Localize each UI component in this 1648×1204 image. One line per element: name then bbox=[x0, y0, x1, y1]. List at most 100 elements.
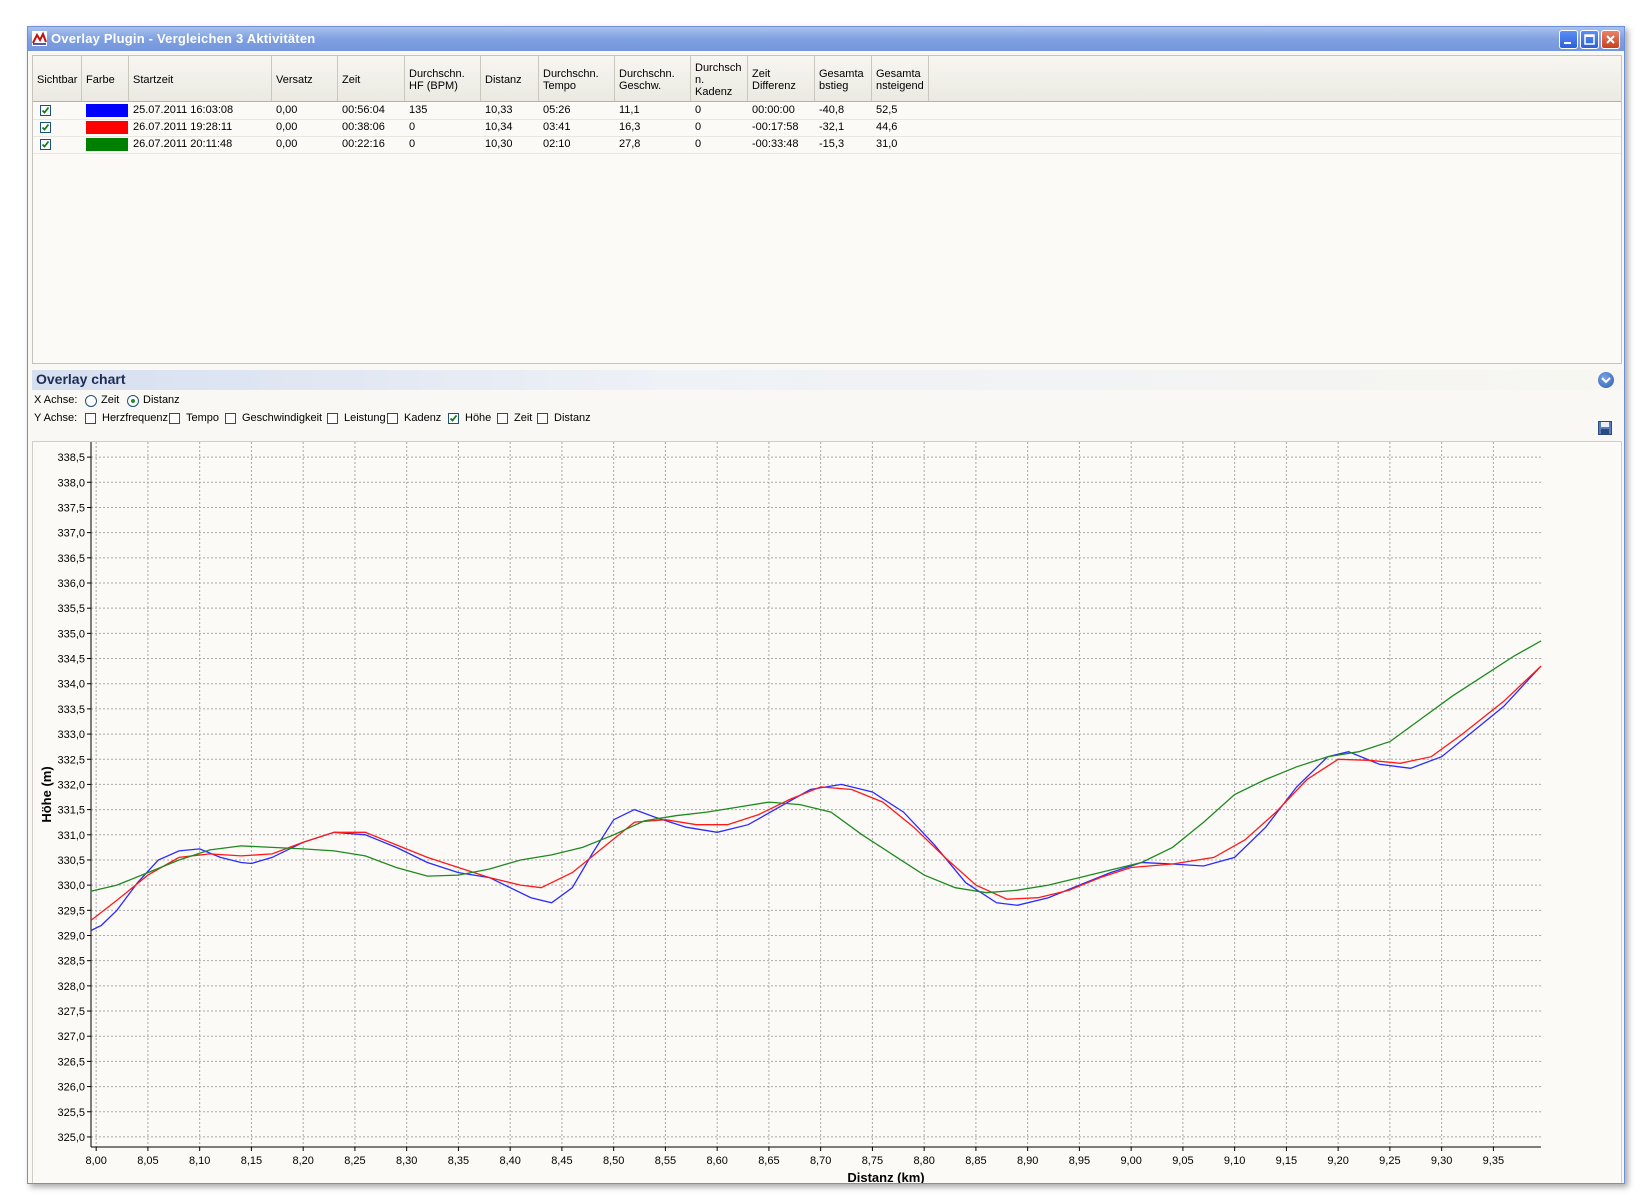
chart-panel-header: Overlay chart bbox=[32, 370, 1622, 390]
header-distance[interactable]: Distanz bbox=[481, 56, 539, 101]
header-avg-speed[interactable]: Durchschn. Geschw. bbox=[615, 56, 691, 101]
header-time[interactable]: Zeit bbox=[338, 56, 405, 101]
header-offset[interactable]: Versatz bbox=[272, 56, 338, 101]
x-tick-label: 9,20 bbox=[1327, 1155, 1348, 1167]
y-checkbox-0[interactable] bbox=[85, 413, 96, 424]
y-checkbox-6[interactable] bbox=[497, 413, 508, 424]
y-tick-label: 328,5 bbox=[57, 956, 85, 968]
x-axis-label: X Achse: bbox=[34, 394, 78, 406]
table-header: Sichtbar Farbe Startzeit Versatz Zeit Du… bbox=[33, 56, 1621, 102]
y-tick-label: 325,5 bbox=[57, 1107, 85, 1119]
header-color[interactable]: Farbe bbox=[82, 56, 129, 101]
y-tick-label: 326,0 bbox=[57, 1082, 85, 1094]
cell-ascent: 44,6 bbox=[876, 121, 898, 133]
y-tick-label: 326,5 bbox=[57, 1056, 85, 1068]
cell-cadence: 0 bbox=[695, 104, 702, 116]
cell-hr: 135 bbox=[409, 104, 428, 116]
cell-timediff: 00:00:00 bbox=[752, 104, 795, 116]
x-radio-zeit[interactable] bbox=[85, 395, 97, 407]
visible-checkbox[interactable] bbox=[40, 139, 51, 150]
cell-ascent: 31,0 bbox=[876, 138, 898, 150]
header-avg-cadence[interactable]: Durchsch n. Kadenz bbox=[691, 56, 748, 101]
checkmark-icon bbox=[449, 414, 458, 422]
title-bar[interactable]: Overlay Plugin - Vergleichen 3 Aktivität… bbox=[28, 27, 1624, 51]
x-tick-label: 9,05 bbox=[1172, 1155, 1193, 1167]
chevron-down-icon bbox=[1601, 377, 1611, 384]
x-tick-label: 8,85 bbox=[965, 1155, 986, 1167]
window-title: Overlay Plugin - Vergleichen 3 Aktivität… bbox=[51, 31, 316, 46]
y-option-label: Tempo bbox=[186, 412, 220, 424]
cell-speed: 27,8 bbox=[619, 138, 641, 150]
table-row[interactable]: 26.07.2011 19:28:11 0,00 00:38:06 0 10,34 03:… bbox=[33, 119, 1621, 137]
visible-checkbox[interactable] bbox=[40, 122, 51, 133]
collapse-button[interactable] bbox=[1598, 372, 1614, 388]
y-tick-label: 336,0 bbox=[57, 578, 85, 590]
y-tick-label: 328,0 bbox=[57, 981, 85, 993]
cell-speed: 16,3 bbox=[619, 121, 641, 133]
y-tick-label: 332,5 bbox=[57, 754, 85, 766]
y-option-label: Zeit bbox=[514, 412, 533, 424]
chart-panel-title: Overlay chart bbox=[36, 371, 126, 387]
x-tick-label: 9,00 bbox=[1120, 1155, 1141, 1167]
y-tick-label: 325,0 bbox=[57, 1132, 85, 1144]
header-total-descent[interactable]: Gesamta bstieg bbox=[815, 56, 872, 101]
y-tick-label: 336,5 bbox=[57, 553, 85, 565]
x-tick-label: 9,30 bbox=[1431, 1155, 1452, 1167]
y-option-label: Höhe bbox=[465, 412, 492, 424]
y-tick-label: 332,0 bbox=[57, 779, 85, 791]
cell-time: 00:56:04 bbox=[342, 104, 385, 116]
app-logo-icon bbox=[32, 31, 47, 46]
cell-time: 00:22:16 bbox=[342, 138, 385, 150]
y-tick-label: 330,0 bbox=[57, 880, 85, 892]
y-tick-label: 333,0 bbox=[57, 729, 85, 741]
y-tick-label: 338,5 bbox=[57, 452, 85, 464]
color-swatch[interactable] bbox=[86, 121, 128, 134]
header-visible[interactable]: Sichtbar bbox=[33, 56, 82, 101]
y-tick-label: 333,5 bbox=[57, 704, 85, 716]
minimize-button[interactable] bbox=[1559, 30, 1578, 49]
checkmark-icon bbox=[41, 106, 50, 114]
x-tick-label: 8,35 bbox=[448, 1155, 469, 1167]
visible-checkbox[interactable] bbox=[40, 105, 51, 116]
header-avg-pace[interactable]: Durchschn. Tempo bbox=[539, 56, 615, 101]
y-checkbox-7[interactable] bbox=[537, 413, 548, 424]
maximize-button[interactable] bbox=[1580, 30, 1599, 49]
y-tick-label: 335,5 bbox=[57, 603, 85, 615]
cell-distance: 10,30 bbox=[485, 138, 513, 150]
x-tick-label: 9,10 bbox=[1224, 1155, 1245, 1167]
header-starttime[interactable]: Startzeit bbox=[129, 56, 272, 101]
header-time-diff[interactable]: Zeit Differenz bbox=[748, 56, 815, 101]
save-icon[interactable] bbox=[1598, 421, 1612, 435]
x-tick-label: 8,90 bbox=[1017, 1155, 1038, 1167]
y-tick-label: 334,5 bbox=[57, 654, 85, 666]
overlay-plugin-window: Overlay Plugin - Vergleichen 3 Aktivität… bbox=[27, 26, 1625, 1184]
x-tick-label: 8,80 bbox=[913, 1155, 934, 1167]
y-checkbox-2[interactable] bbox=[225, 413, 236, 424]
x-tick-label: 8,75 bbox=[862, 1155, 883, 1167]
y-checkbox-4[interactable] bbox=[387, 413, 398, 424]
cell-start: 25.07.2011 16:03:08 bbox=[133, 104, 234, 116]
y-option-label: Geschwindigkeit bbox=[242, 412, 323, 424]
color-swatch[interactable] bbox=[86, 138, 128, 151]
header-avg-hr[interactable]: Durchschn. HF (BPM) bbox=[405, 56, 481, 101]
x-radio-distanz[interactable] bbox=[127, 395, 139, 407]
x-tick-label: 8,15 bbox=[241, 1155, 262, 1167]
x-tick-label: 8,70 bbox=[810, 1155, 831, 1167]
y-tick-label: 330,5 bbox=[57, 855, 85, 867]
cell-pace: 05:26 bbox=[543, 104, 571, 116]
x-tick-label: 8,25 bbox=[344, 1155, 365, 1167]
y-checkbox-1[interactable] bbox=[169, 413, 180, 424]
header-total-ascent[interactable]: Gesamta nsteigend bbox=[872, 56, 929, 101]
close-button[interactable] bbox=[1601, 30, 1620, 49]
table-row[interactable]: 25.07.2011 16:03:08 0,00 00:56:04 135 10,33 0… bbox=[33, 102, 1621, 120]
y-tick-label: 329,5 bbox=[57, 905, 85, 917]
x-tick-label: 8,40 bbox=[499, 1155, 520, 1167]
y-checkbox-5[interactable] bbox=[448, 413, 459, 424]
color-swatch[interactable] bbox=[86, 104, 128, 117]
y-checkbox-3[interactable] bbox=[327, 413, 338, 424]
x-option-zeit-label: Zeit bbox=[101, 394, 120, 406]
x-tick-label: 8,20 bbox=[292, 1155, 313, 1167]
checkmark-icon bbox=[41, 140, 50, 148]
cell-offset: 0,00 bbox=[276, 138, 298, 150]
table-row[interactable]: 26.07.2011 20:11:48 0,00 00:22:16 0 10,30 02:… bbox=[33, 136, 1621, 154]
